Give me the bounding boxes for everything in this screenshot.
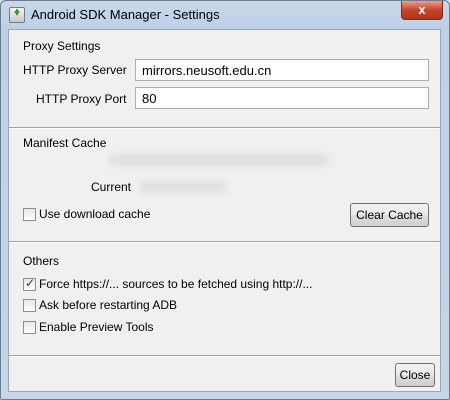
proxy-port-label: HTTP Proxy Port xyxy=(36,92,127,106)
proxy-server-label: HTTP Proxy Server xyxy=(23,63,127,77)
redacted-size xyxy=(141,181,225,193)
use-download-cache-label: Use download cache xyxy=(39,207,151,221)
settings-window: Android SDK Manager - Settings x Proxy S… xyxy=(0,0,450,400)
enable-preview-tools-label: Enable Preview Tools xyxy=(39,320,154,334)
force-http-label: Force https://... sources to be fetched … xyxy=(39,277,313,291)
close-button[interactable]: Close xyxy=(395,363,435,387)
manifest-cache-title: Manifest Cache xyxy=(23,136,107,150)
sdk-manager-icon xyxy=(9,7,25,23)
proxy-server-input[interactable]: mirrors.neusoft.edu.cn xyxy=(135,59,429,81)
redacted-directory xyxy=(109,154,329,166)
ask-restart-adb-checkbox[interactable] xyxy=(23,299,36,312)
enable-preview-tools-checkbox[interactable] xyxy=(23,321,36,334)
ask-restart-adb-label: Ask before restarting ADB xyxy=(39,298,178,312)
separator xyxy=(9,127,440,129)
clear-cache-button[interactable]: Clear Cache xyxy=(350,203,429,227)
current-size-label: Current xyxy=(91,180,132,194)
separator xyxy=(9,355,440,357)
title-bar[interactable]: Android SDK Manager - Settings x xyxy=(1,1,449,29)
proxy-port-input[interactable]: 80 xyxy=(135,87,429,109)
force-http-checkbox[interactable] xyxy=(23,276,36,291)
window-title: Android SDK Manager - Settings xyxy=(31,7,220,22)
separator xyxy=(9,241,440,243)
others-title: Others xyxy=(23,254,60,268)
dialog-body: Proxy Settings HTTP Proxy Server mirrors… xyxy=(8,29,441,392)
use-download-cache-checkbox[interactable] xyxy=(23,208,36,221)
window-close-button[interactable]: x xyxy=(401,1,443,20)
proxy-settings-title: Proxy Settings xyxy=(23,39,101,53)
